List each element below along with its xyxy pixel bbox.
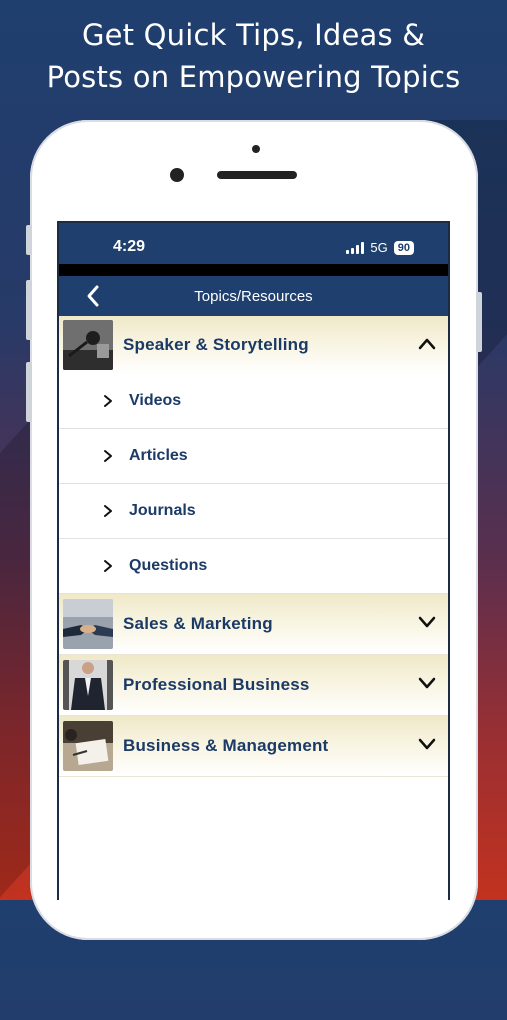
subitem-label: Questions [129,557,208,574]
chevron-down-icon[interactable] [416,672,438,694]
chevron-right-icon [104,560,112,572]
category-label: Business & Management [123,736,329,755]
signal-icon [346,241,365,254]
notch-bar [59,264,448,276]
subitem-journals[interactable]: Journals [59,484,448,539]
subitem-label: Articles [129,447,188,464]
handshake-thumbnail [63,599,113,649]
chevron-right-icon [104,395,112,407]
phone-speaker [217,171,297,179]
subitem-questions[interactable]: Questions [59,539,448,594]
status-right: 5G 90 [346,240,414,255]
chevron-down-icon[interactable] [416,611,438,633]
battery-icon: 90 [393,240,414,255]
desk-thumbnail [63,721,113,771]
app-screen: 4:29 5G 90 Topics/Resources Speaker & St… [57,221,450,900]
nav-bar: Topics/Resources [59,276,448,316]
businessman-thumbnail [63,660,113,710]
subitem-label: Videos [129,392,182,409]
status-time: 4:29 [113,238,146,255]
chevron-down-icon[interactable] [416,733,438,755]
page-title: Topics/Resources [194,288,313,305]
category-business-management[interactable]: Business & Management [59,716,448,777]
category-label: Speaker & Storytelling [123,335,309,354]
phone-volume-down [26,362,32,422]
subitem-articles[interactable]: Articles [59,429,448,484]
phone-power-button [476,292,482,352]
microphone-thumbnail [63,320,113,370]
chevron-up-icon[interactable] [416,333,438,355]
category-label: Sales & Marketing [123,614,273,633]
promo-line-2: Posts on Empowering Topics [46,60,461,94]
phone-camera [170,168,184,182]
subitem-videos[interactable]: Videos [59,374,448,429]
status-bar: 4:29 5G 90 [59,223,448,264]
promo-line-1: Get Quick Tips, Ideas & [81,18,426,52]
category-speaker-storytelling[interactable]: Speaker & Storytelling [59,316,448,374]
phone-mute-switch [26,225,32,255]
category-professional-business[interactable]: Professional Business [59,655,448,716]
network-label: 5G [370,240,388,255]
category-sales-marketing[interactable]: Sales & Marketing [59,594,448,655]
subitem-label: Journals [129,502,196,519]
phone-sensor [252,145,260,153]
phone-volume-up [26,280,32,340]
chevron-right-icon [104,450,112,462]
category-label: Professional Business [123,675,310,694]
chevron-right-icon [104,505,112,517]
promo-headline: Get Quick Tips, Ideas & Posts on Empower… [0,14,507,98]
